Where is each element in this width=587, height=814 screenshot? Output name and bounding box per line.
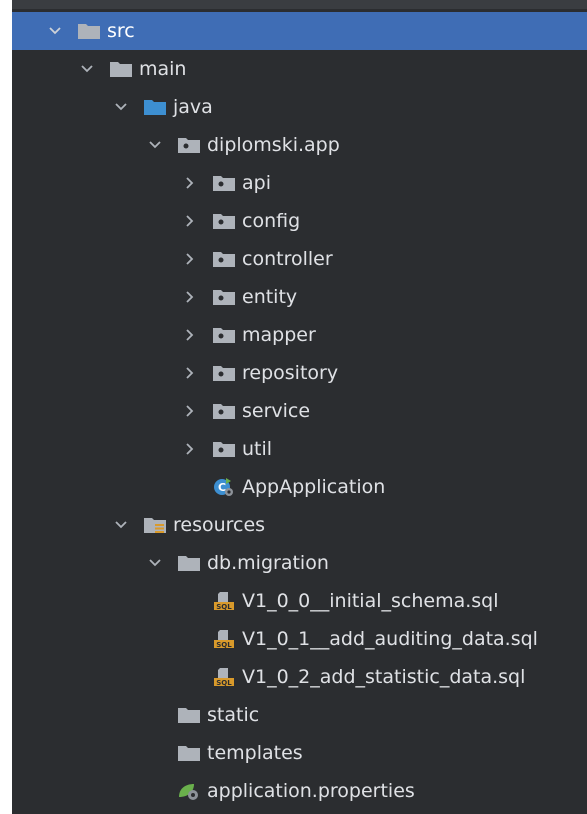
chevron-down-icon[interactable] <box>145 553 165 573</box>
tree-node-src[interactable]: src <box>12 12 587 50</box>
tree-node-label: diplomski.app <box>207 134 340 156</box>
source-folder-icon <box>143 97 167 117</box>
chevron-right-icon[interactable] <box>180 173 200 193</box>
tree-node-resources[interactable]: resources <box>12 506 587 544</box>
tree-node-label: controller <box>242 248 333 270</box>
tree-node-label: application.properties <box>207 780 415 802</box>
tree-node-db-migration[interactable]: db.migration <box>12 544 587 582</box>
sql-file-icon: SQL <box>212 591 236 611</box>
tree-node-static[interactable]: static <box>12 696 587 734</box>
tree-node-repository[interactable]: repository <box>12 354 587 392</box>
tree-node-label: V1_0_2_add_statistic_data.sql <box>242 666 526 688</box>
tree-node-java[interactable]: java <box>12 88 587 126</box>
tree-node-service[interactable]: service <box>12 392 587 430</box>
resources-folder-icon <box>143 515 167 535</box>
tree-node-label: V1_0_0__initial_schema.sql <box>242 590 499 612</box>
svg-text:SQL: SQL <box>216 603 232 611</box>
package-icon <box>212 401 236 421</box>
package-icon <box>212 325 236 345</box>
tree-node-label: api <box>242 172 271 194</box>
package-icon <box>212 363 236 383</box>
package-icon <box>177 135 201 155</box>
package-icon <box>212 211 236 231</box>
chevron-down-icon[interactable] <box>45 21 65 41</box>
chevron-right-icon[interactable] <box>180 325 200 345</box>
chevron-down-icon[interactable] <box>111 97 131 117</box>
tree-node-label: templates <box>207 742 303 764</box>
tree-node-label: config <box>242 210 301 232</box>
spring-properties-icon <box>177 781 201 801</box>
sql-file-icon: SQL <box>212 629 236 649</box>
tree-node-label: java <box>173 96 213 118</box>
tree-node-package-root[interactable]: diplomski.app <box>12 126 587 164</box>
folder-icon <box>177 705 201 725</box>
package-icon <box>212 249 236 269</box>
tree-node-label: util <box>242 438 273 460</box>
project-tree-panel: src main java diplomski.app api config c… <box>12 0 587 814</box>
spring-boot-class-icon: C <box>212 477 236 497</box>
chevron-right-icon[interactable] <box>180 401 200 421</box>
tree-node-label: mapper <box>242 324 316 346</box>
chevron-down-icon[interactable] <box>111 515 131 535</box>
tree-node-sql-file[interactable]: SQL V1_0_0__initial_schema.sql <box>12 582 587 620</box>
svg-text:SQL: SQL <box>216 641 232 649</box>
tree-node-label: AppApplication <box>242 476 386 498</box>
chevron-right-icon[interactable] <box>180 211 200 231</box>
tree-node-label: entity <box>242 286 298 308</box>
package-icon <box>212 287 236 307</box>
chevron-right-icon[interactable] <box>180 363 200 383</box>
tree-node-label: V1_0_1__add_auditing_data.sql <box>242 628 538 650</box>
tree-node-main[interactable]: main <box>12 50 587 88</box>
tree-node-sql-file[interactable]: SQL V1_0_1__add_auditing_data.sql <box>12 620 587 658</box>
folder-icon <box>177 743 201 763</box>
tree-node-config[interactable]: config <box>12 202 587 240</box>
tree-node-util[interactable]: util <box>12 430 587 468</box>
chevron-right-icon[interactable] <box>180 249 200 269</box>
panel-header-strip <box>12 0 587 9</box>
package-icon <box>212 439 236 459</box>
tree-node-application-properties[interactable]: application.properties <box>12 772 587 810</box>
tree-node-controller[interactable]: controller <box>12 240 587 278</box>
tree-node-entity[interactable]: entity <box>12 278 587 316</box>
sql-file-icon: SQL <box>212 667 236 687</box>
tree-node-mapper[interactable]: mapper <box>12 316 587 354</box>
tree-node-label: static <box>207 704 260 726</box>
chevron-down-icon[interactable] <box>145 135 165 155</box>
tree-node-label: repository <box>242 362 339 384</box>
chevron-right-icon[interactable] <box>180 287 200 307</box>
tree-node-label: src <box>107 20 135 42</box>
folder-icon <box>177 553 201 573</box>
chevron-down-icon[interactable] <box>77 59 97 79</box>
tree-node-label: service <box>242 400 311 422</box>
tree-node-label: main <box>139 58 187 80</box>
svg-text:SQL: SQL <box>216 679 232 687</box>
tree-node-templates[interactable]: templates <box>12 734 587 772</box>
chevron-right-icon[interactable] <box>180 439 200 459</box>
folder-icon <box>77 21 101 41</box>
package-icon <box>212 173 236 193</box>
tree-node-api[interactable]: api <box>12 164 587 202</box>
tree-node-label: resources <box>173 514 266 536</box>
tree-node-label: db.migration <box>207 552 329 574</box>
tree-node-app-application[interactable]: C AppApplication <box>12 468 587 506</box>
tree-node-sql-file[interactable]: SQL V1_0_2_add_statistic_data.sql <box>12 658 587 696</box>
folder-icon <box>109 59 133 79</box>
svg-text:C: C <box>218 481 226 494</box>
